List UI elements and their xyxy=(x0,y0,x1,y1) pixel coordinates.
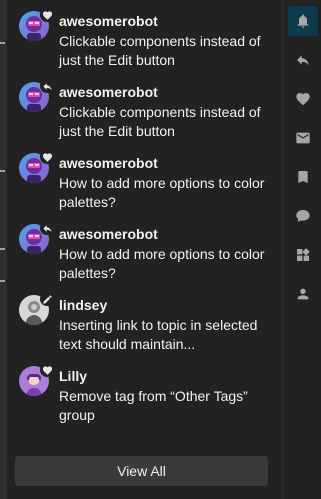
notification-title: Clickable components instead of just the… xyxy=(59,33,261,68)
view-all-button[interactable]: View All xyxy=(15,456,268,486)
notification-title: How to add more options to color palette… xyxy=(59,246,265,281)
reply-icon xyxy=(40,79,54,93)
user-icon xyxy=(295,286,311,302)
reply-icon xyxy=(295,52,311,68)
tab-reply[interactable] xyxy=(288,45,318,75)
comment-icon xyxy=(295,208,311,224)
heart-icon xyxy=(40,150,54,164)
heart-icon xyxy=(40,363,54,377)
tab-heart[interactable] xyxy=(288,84,318,114)
notification-username: awesomerobot xyxy=(59,13,158,29)
notification-item[interactable]: awesomerobot How to add more options to c… xyxy=(6,145,281,215)
notification-item[interactable]: lindsey Inserting link to topic in select… xyxy=(6,287,281,357)
bookmark-icon xyxy=(295,169,311,185)
tab-bookmark[interactable] xyxy=(288,162,318,192)
widgets-icon xyxy=(295,247,311,263)
notification-username: lindsey xyxy=(59,297,108,313)
reply-icon xyxy=(40,221,54,235)
notification-username: awesomerobot xyxy=(59,84,158,100)
notification-title: Remove tag from “Other Tags” group xyxy=(59,388,248,423)
notification-item[interactable]: awesomerobot Clickable components instead… xyxy=(6,3,281,73)
tab-widgets[interactable] xyxy=(288,240,318,270)
bell-icon xyxy=(295,13,311,29)
notification-username: Lilly xyxy=(59,368,88,384)
notification-item[interactable]: awesomerobot How to add more options to c… xyxy=(6,216,281,286)
tab-envelope[interactable] xyxy=(288,123,318,153)
tab-user[interactable] xyxy=(288,279,318,309)
notification-title: Inserting link to topic in selected text… xyxy=(59,317,258,352)
notification-item[interactable]: awesomerobot Clickable components instead… xyxy=(6,74,281,144)
heart-icon xyxy=(295,91,311,107)
notification-username: awesomerobot xyxy=(59,226,158,242)
heart-icon xyxy=(40,8,54,22)
notification-username: awesomerobot xyxy=(59,155,158,171)
pencil-icon xyxy=(40,292,54,306)
notification-item[interactable]: Lilly Remove tag from “Other Tags” group xyxy=(6,358,281,428)
notification-title: Clickable components instead of just the… xyxy=(59,104,261,139)
user-menu-panel: awesomerobot Clickable components instead… xyxy=(5,0,321,499)
notification-title: How to add more options to color palette… xyxy=(59,175,265,210)
envelope-icon xyxy=(295,130,311,146)
user-menu-tabs xyxy=(282,0,321,499)
tab-bell[interactable] xyxy=(288,6,318,36)
tab-comment[interactable] xyxy=(288,201,318,231)
